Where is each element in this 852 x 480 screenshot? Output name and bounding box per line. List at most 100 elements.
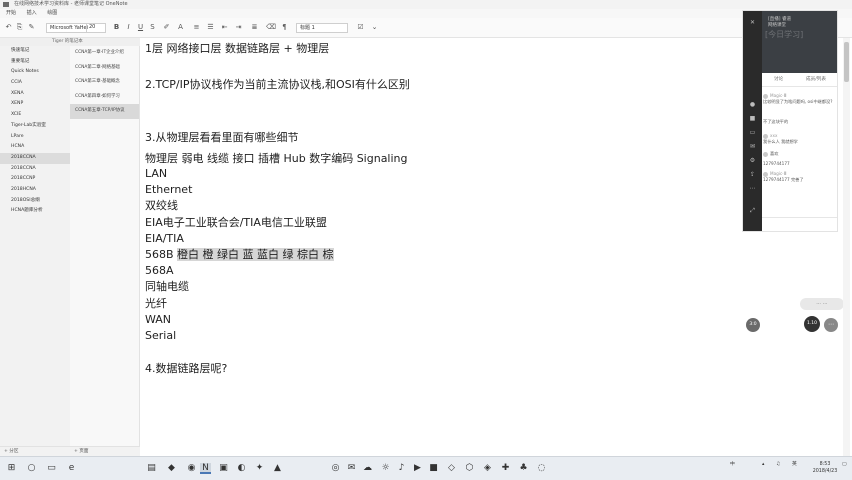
font-size-select[interactable]: 20	[86, 23, 106, 33]
mic-icon[interactable]: ●	[749, 101, 756, 108]
close-icon[interactable]: ✕	[749, 19, 756, 26]
clipboard-icon[interactable]: ⎘	[15, 23, 24, 32]
app-icon[interactable]: ◆	[166, 463, 177, 474]
screen-share-icon[interactable]: ▭	[749, 129, 756, 136]
camera-icon[interactable]: ■	[749, 115, 756, 122]
page-item[interactable]: CCNA第五章-TCP/IP协议	[70, 104, 139, 119]
todo-tag-icon[interactable]: ☑	[356, 23, 365, 32]
more-icon[interactable]: ⋯	[749, 185, 756, 192]
notification-icon[interactable]: ▢	[842, 461, 847, 468]
notebook-item[interactable]: LPare	[0, 132, 70, 143]
app-icon[interactable]: ◉	[186, 463, 197, 474]
notebook-item[interactable]: XENP	[0, 99, 70, 110]
notebook-item[interactable]: HCNA	[0, 142, 70, 153]
app-icon[interactable]: ♣	[518, 463, 529, 474]
task-view-icon[interactable]: ▭	[46, 463, 57, 474]
vertical-scrollbar[interactable]	[843, 38, 850, 456]
app-icon[interactable]: ♪	[396, 463, 407, 474]
align-icon[interactable]: ≣	[250, 23, 259, 32]
note-line[interactable]: 4.数据链路层呢?	[145, 362, 227, 375]
page-item[interactable]: CCNA第四章-如何学习	[70, 90, 139, 105]
app-icon[interactable]: ✉	[346, 463, 357, 474]
note-line[interactable]: WAN	[145, 313, 171, 326]
windows-start-icon[interactable]: ⊞	[6, 463, 17, 474]
note-line[interactable]: 1层 网络接口层 数据链路层 + 物理层	[145, 42, 329, 55]
app-icon[interactable]: ◈	[482, 463, 493, 474]
edge-icon[interactable]: e	[66, 463, 77, 474]
highlight-icon[interactable]: ✐	[162, 23, 171, 32]
undo-icon[interactable]: ↶	[4, 23, 13, 32]
indent-icon[interactable]: ⇥	[234, 23, 243, 32]
note-line[interactable]: EIA电子工业联合会/TIA电信工业联盟	[145, 216, 327, 229]
note-line[interactable]: EIA/TIA	[145, 232, 184, 245]
clear-format-icon[interactable]: ⌫	[266, 23, 276, 32]
tab-home[interactable]: 开始	[6, 10, 16, 16]
notebook-header[interactable]: Tiger 的笔记本	[0, 38, 140, 46]
notebook-item[interactable]: 2018OSI总纲	[0, 196, 70, 207]
tray-ime[interactable]: 中	[730, 461, 735, 468]
floating-more-button[interactable]: ⋯	[824, 318, 838, 332]
outdent-icon[interactable]: ⇤	[220, 23, 229, 32]
app-icon[interactable]: ◎	[330, 463, 341, 474]
notebook-item[interactable]: Tiger-Lab实验室	[0, 121, 70, 132]
numbered-list-icon[interactable]: ☰	[206, 23, 215, 32]
app-icon[interactable]: ▶	[412, 463, 423, 474]
note-line[interactable]: 物理层 弱电 线缆 接口 插槽 Hub 数字编码 Signaling	[145, 152, 408, 165]
note-line-568b[interactable]: 568B 橙白 橙 绿白 蓝 蓝白 绿 棕白 棕	[145, 248, 334, 261]
paragraph-icon[interactable]: ¶	[280, 23, 289, 32]
app-icon[interactable]: ☼	[380, 463, 391, 474]
share-icon[interactable]: ⇪	[749, 171, 756, 178]
note-line[interactable]: Ethernet	[145, 183, 192, 196]
floating-timer-button[interactable]: 1.10	[804, 316, 820, 332]
underline-icon[interactable]: U	[136, 23, 145, 32]
file-explorer-icon[interactable]: ▤	[146, 463, 157, 474]
selected-wire-order[interactable]: 橙白 橙 绿白 蓝 蓝白 绿 棕白 棕	[177, 248, 334, 261]
notebook-item[interactable]: 2018CCNA	[0, 152, 70, 164]
search-icon[interactable]: ○	[26, 463, 37, 474]
chevron-down-icon[interactable]: ⌄	[370, 23, 379, 32]
notebook-item[interactable]: CCIA	[0, 78, 70, 89]
app-icon[interactable]: ☁	[362, 463, 373, 474]
video-preview[interactable]: [直播] 睿道 网络课堂 [今日学习]	[762, 11, 837, 73]
app-icon[interactable]: ▲	[272, 463, 283, 474]
app-icon[interactable]: ▣	[218, 463, 229, 474]
app-icon[interactable]: ✚	[500, 463, 511, 474]
note-line[interactable]: Serial	[145, 329, 176, 342]
note-line[interactable]: LAN	[145, 167, 167, 180]
font-color-icon[interactable]: A	[176, 23, 185, 32]
tab-insert[interactable]: 插入	[27, 10, 37, 16]
notebook-item[interactable]: 2018CCNP	[0, 174, 70, 185]
onenote-taskbar-icon[interactable]: N	[200, 463, 211, 474]
floating-toolbar[interactable]: ⋯ ⋯	[800, 298, 844, 310]
expand-icon[interactable]: ⤢	[749, 207, 756, 214]
clock[interactable]: 8:53 2018/4/23	[812, 461, 838, 475]
settings-icon[interactable]: ⚙	[749, 157, 756, 164]
tab-discussion[interactable]: 讨论	[774, 73, 783, 87]
notebook-item[interactable]: 快速笔记	[0, 46, 70, 57]
app-icon[interactable]: ■	[428, 463, 439, 474]
chat-input[interactable]	[762, 217, 837, 231]
chat-icon[interactable]: ✉	[749, 143, 756, 150]
note-line[interactable]: 同轴电缆	[145, 280, 189, 293]
network-icon[interactable]: ▴	[762, 461, 764, 468]
notebook-item[interactable]: XCIE	[0, 110, 70, 121]
notebook-item[interactable]: Quick Notes	[0, 67, 70, 78]
note-line[interactable]: 光纤	[145, 297, 167, 310]
italic-icon[interactable]: I	[124, 23, 133, 32]
notebook-item[interactable]: XENA	[0, 89, 70, 100]
note-line[interactable]: 双绞线	[145, 199, 178, 212]
strikethrough-icon[interactable]: S	[148, 23, 157, 32]
app-icon[interactable]: ◐	[236, 463, 247, 474]
notebook-item[interactable]: 2018CCNA	[0, 164, 70, 175]
style-select[interactable]: 标题 1	[296, 23, 348, 33]
notebook-item[interactable]: HCNA题库分析	[0, 206, 70, 217]
page-item[interactable]: CCNA第三章-基础概念	[70, 75, 139, 90]
notebook-item[interactable]: 2018HCNA	[0, 185, 70, 196]
app-icon[interactable]: ⬡	[464, 463, 475, 474]
page-item[interactable]: CCNA第二章-网络基础	[70, 61, 139, 76]
page-item[interactable]: CCNA第一章-IT企业介绍	[70, 46, 139, 61]
tab-draw[interactable]: 绘图	[47, 10, 57, 16]
tray-lang[interactable]: 英	[792, 461, 797, 468]
tab-members[interactable]: 成员/列表	[806, 73, 826, 87]
floating-record-button[interactable]: 3:0	[746, 318, 760, 332]
